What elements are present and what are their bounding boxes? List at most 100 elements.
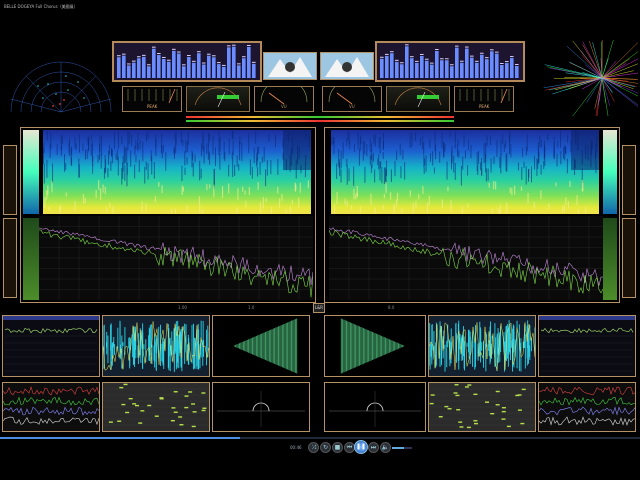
peak-meter-left: PEAK	[122, 86, 182, 112]
next-icon[interactable]: ⏭	[368, 442, 379, 453]
spectrum-bar	[222, 66, 226, 78]
spectrum-bar	[237, 65, 241, 78]
album-art-right	[320, 52, 374, 80]
freq-label-left-2: 1.0	[248, 305, 255, 310]
spectrum-bar	[470, 57, 474, 78]
level-bars	[186, 116, 454, 124]
lr-toggle-button[interactable]: L&R	[313, 303, 325, 313]
vu-meter-left-b: VU	[254, 86, 314, 112]
spectrum-bar	[207, 55, 211, 78]
piano-roll-right	[428, 382, 536, 432]
repeat-icon[interactable]: ↻	[320, 442, 331, 453]
spectrum-bar	[157, 55, 161, 78]
spectrum-bar	[415, 62, 419, 78]
spectrum-bar	[455, 47, 459, 78]
spectrum-bar	[247, 46, 251, 78]
spectrum-bar	[242, 58, 246, 78]
spectrum-bar	[177, 53, 181, 78]
spectrogram-scale-right	[603, 130, 617, 214]
vu-meter-right-a	[386, 86, 450, 112]
spectrum-bar	[127, 65, 131, 78]
polar-scope	[10, 61, 112, 113]
stop-icon[interactable]: ■	[332, 442, 343, 453]
play-icon[interactable]: ❚❚	[354, 440, 368, 454]
side-meter-left-top	[3, 145, 17, 215]
spectrum-bar	[227, 47, 231, 78]
spectrum-bar	[217, 64, 221, 78]
spectrum-bar	[122, 55, 126, 78]
bar-spectrum-right	[375, 41, 525, 82]
vectorscope-fan	[543, 40, 638, 116]
shuffle-icon[interactable]: ⤨	[308, 442, 319, 453]
waveform-green-right	[324, 315, 426, 377]
spectrum-bar	[132, 62, 136, 78]
vu-meter-right-b: VU	[322, 86, 382, 112]
spectrum-bar	[500, 65, 504, 78]
spectrum-bar	[465, 48, 469, 78]
waveform-green-left	[212, 315, 310, 377]
bar-spectrum-left	[112, 41, 262, 82]
histogram-right	[538, 315, 636, 377]
time-display: 00:46	[290, 445, 302, 450]
peak-label-left: PEAK	[147, 104, 158, 109]
noise-graph-left	[2, 382, 100, 432]
spectrum-bar	[192, 62, 196, 78]
spectrum-bar	[197, 53, 201, 78]
spectrum-bar	[440, 60, 444, 78]
spectrum-bar	[510, 58, 514, 78]
spectrum-bar	[202, 64, 206, 78]
seek-bar-fill	[0, 437, 240, 439]
histogram-left	[2, 315, 100, 377]
spectrogram-left	[43, 130, 311, 221]
volume-slider-fill	[392, 447, 404, 449]
side-meter-right-top	[622, 145, 636, 215]
meter-row: PEAK VU VU PEAK	[120, 84, 520, 114]
spectrum-bar	[252, 63, 256, 78]
spectrum-bar	[495, 53, 499, 78]
spectrogram-right	[331, 130, 599, 221]
album-art-left	[263, 52, 317, 80]
spectrum-bar	[162, 58, 166, 78]
spectrum-bar	[445, 60, 449, 78]
vu-label-left: VU	[281, 104, 287, 109]
transport-bar: 00:46 ⤨ ↻ ■ ⏮ ❚❚ ⏭ 🔈	[290, 440, 412, 456]
oscilloscope-right	[428, 315, 536, 377]
spectrum-bar	[182, 66, 186, 78]
analyzer-scale-right	[603, 218, 617, 300]
spectrum-bar	[480, 54, 484, 78]
phase-meter-right	[324, 382, 426, 432]
spectrum-bar	[167, 61, 171, 78]
peak-label-right: PEAK	[479, 104, 490, 109]
volume-icon[interactable]: 🔈	[380, 442, 391, 453]
spectrogram-scale-left	[23, 130, 39, 214]
piano-roll-left	[102, 382, 210, 432]
spectrum-bar	[212, 57, 216, 78]
oscilloscope-left	[102, 315, 210, 377]
noise-graph-right	[538, 382, 636, 432]
window-title: BELLE DOGEYA Full Chorus（美國風）	[4, 4, 78, 9]
spectrum-bar	[147, 66, 151, 78]
spectrum-bar	[142, 56, 146, 78]
spectrum-bar	[232, 46, 236, 78]
spectrum-bar	[187, 57, 191, 78]
spectrum-bar	[450, 66, 454, 78]
left-analyzer-frame	[20, 127, 316, 303]
spectrum-bar	[505, 63, 509, 78]
frequency-graph-left	[38, 216, 314, 300]
phase-meter-left	[212, 382, 310, 432]
seek-bar[interactable]	[0, 437, 640, 439]
analyzer-scale-left	[23, 218, 39, 300]
spectrum-bar	[380, 58, 384, 78]
spectrum-bar	[395, 61, 399, 78]
peak-meter-right: PEAK	[454, 86, 514, 112]
spectrum-bar	[405, 46, 409, 78]
volume-slider[interactable]	[392, 447, 412, 449]
spectrum-bar	[172, 50, 176, 78]
spectrum-bar	[385, 55, 389, 78]
frequency-graph-right	[328, 216, 604, 300]
vu-meter-left-a	[186, 86, 250, 112]
spectrum-bar	[152, 48, 156, 78]
side-meter-left-bottom	[3, 218, 17, 298]
right-analyzer-frame	[324, 127, 620, 303]
spectrum-bar	[410, 58, 414, 78]
